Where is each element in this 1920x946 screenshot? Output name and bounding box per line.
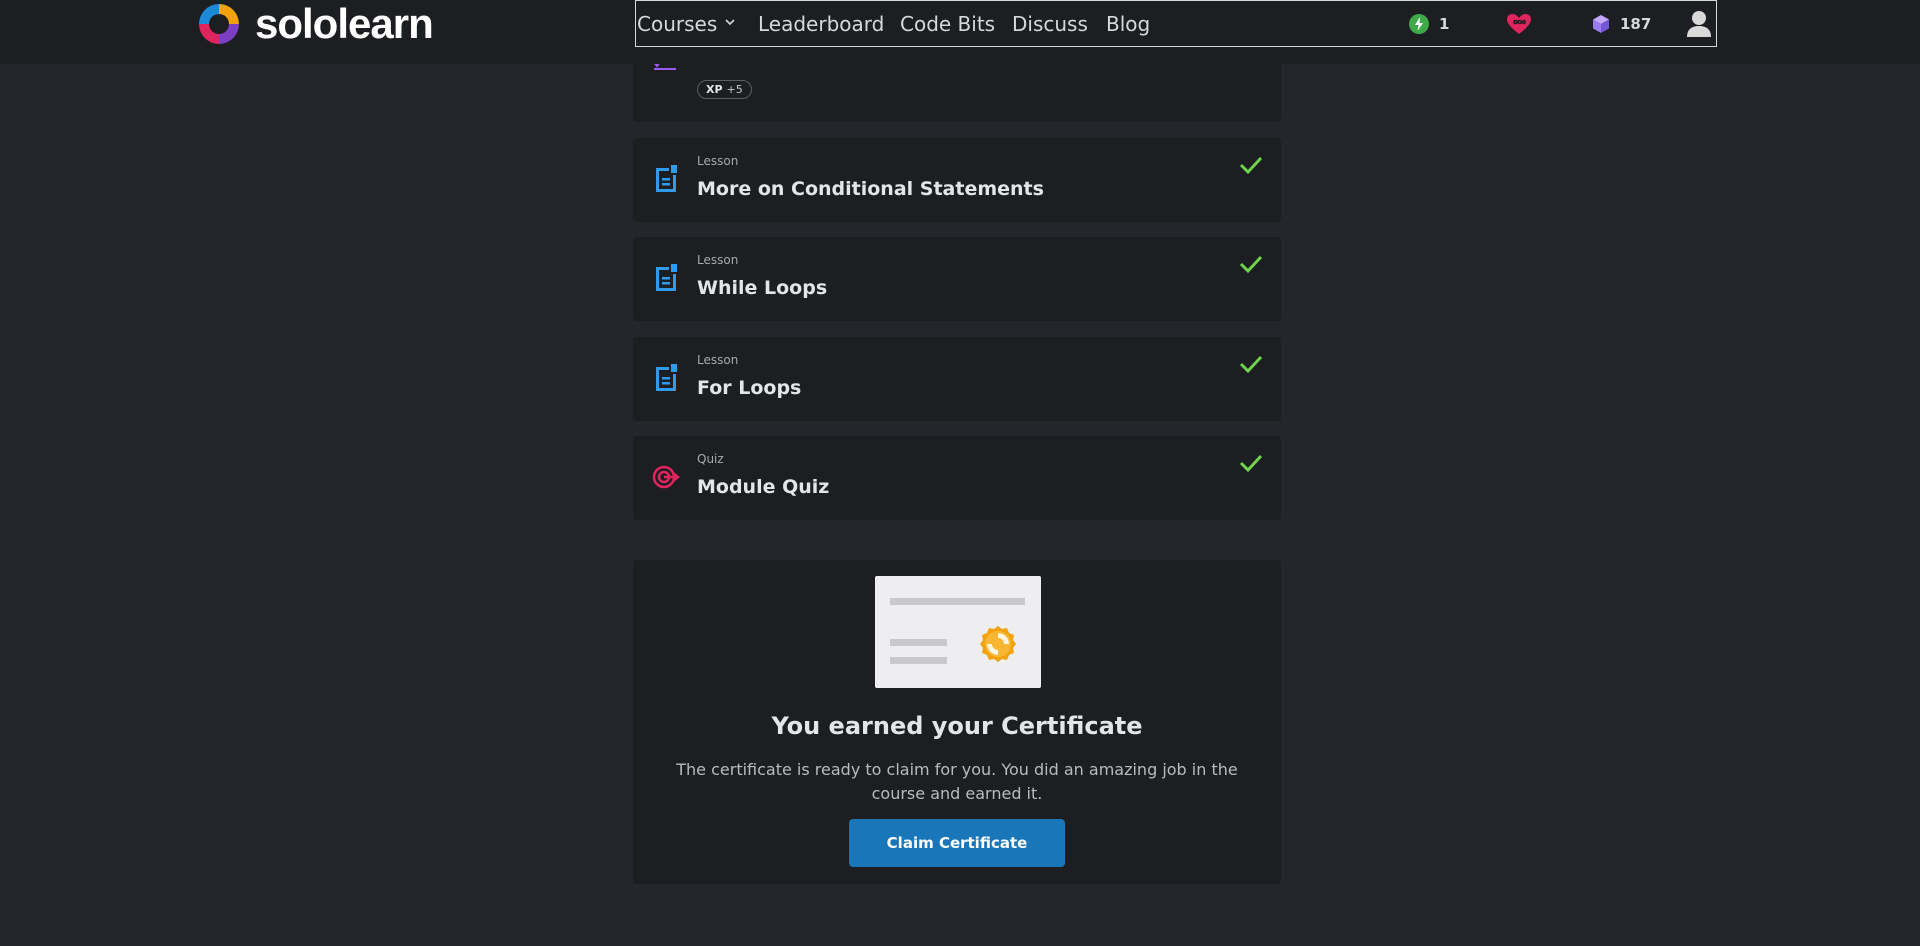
list-item[interactable]: Lesson While Loops	[633, 237, 1281, 321]
item-title: Module Quiz	[697, 476, 830, 498]
certificate-illustration	[875, 576, 1041, 688]
item-title: More on Conditional Statements	[697, 178, 1044, 200]
profile-menu[interactable]	[1686, 1, 1712, 47]
top-navigation-bar: sololearn Courses Leaderboard Code Bits …	[0, 0, 1920, 64]
certificate-description: The certificate is ready to claim for yo…	[676, 760, 1238, 803]
check-icon	[1239, 156, 1263, 175]
xp-label: XP	[706, 83, 723, 96]
lightning-icon	[1409, 14, 1429, 34]
sololearn-logo-icon	[199, 4, 239, 44]
list-item[interactable]: Lesson More on Conditional Statements	[633, 138, 1281, 222]
lesson-doc-icon	[656, 364, 677, 391]
list-item[interactable]: Lesson For Loops	[633, 337, 1281, 421]
item-title: For Loops	[697, 377, 802, 399]
gem-cube-icon	[1593, 15, 1609, 33]
gems-counter[interactable]: 187	[1592, 1, 1651, 47]
streak-counter[interactable]: 1	[1409, 1, 1449, 47]
item-type-label: Lesson	[697, 253, 739, 267]
list-item[interactable]: Quiz Module Quiz	[633, 436, 1281, 520]
nav-courses-label: Courses	[637, 12, 718, 36]
xp-value: +5	[726, 83, 743, 96]
user-avatar-icon	[1687, 11, 1711, 37]
certificate-title: You earned your Certificate	[771, 712, 1143, 740]
nav-leaderboard[interactable]: Leaderboard	[758, 1, 884, 47]
streak-count: 1	[1439, 15, 1450, 33]
check-icon	[1239, 255, 1263, 274]
check-icon	[1239, 454, 1263, 473]
gems-count: 187	[1620, 15, 1652, 33]
nav-discuss[interactable]: Discuss	[1012, 1, 1088, 47]
sololearn-logo[interactable]: sololearn	[195, 0, 434, 48]
item-type-label: Lesson	[697, 353, 739, 367]
lesson-doc-icon	[656, 165, 677, 192]
target-arrow-icon	[652, 465, 680, 489]
check-icon	[1239, 355, 1263, 374]
certificate-card: You earned your Certificate The certific…	[633, 560, 1281, 884]
item-title: While Loops	[697, 277, 828, 299]
nav-courses[interactable]: Courses	[637, 1, 735, 47]
nav-blog[interactable]: Blog	[1106, 1, 1150, 47]
infinite-heart-icon	[1507, 14, 1531, 34]
hearts-indicator[interactable]	[1506, 1, 1532, 47]
item-type-label: Lesson	[697, 154, 739, 168]
xp-reward-badge: XP +5	[697, 80, 752, 99]
brand-name: sololearn	[255, 0, 434, 47]
lesson-doc-icon	[656, 264, 677, 291]
main-nav: Courses Leaderboard Code Bits Discuss Bl…	[635, 0, 1717, 47]
item-type-label: Quiz	[697, 452, 724, 466]
claim-certificate-button[interactable]: Claim Certificate	[849, 819, 1065, 867]
chevron-down-icon	[725, 19, 735, 26]
nav-code-bits[interactable]: Code Bits	[900, 1, 995, 47]
